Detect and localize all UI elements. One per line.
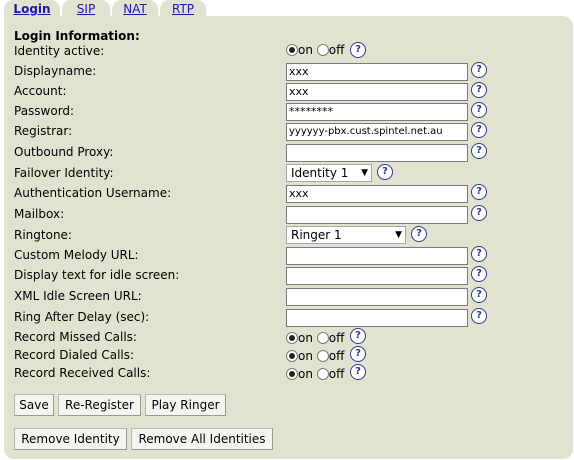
record-received-calls-label: Record Received Calls:: [14, 366, 151, 380]
row-displayname: Displayname: xxx ?: [0, 62, 574, 82]
record-dialed-calls-radio-group: on off: [286, 349, 344, 363]
failover-identity-select[interactable]: Identity 1 ▼: [286, 164, 372, 182]
row-ringtone: Ringtone: Ringer 1 ▼ ?: [0, 226, 574, 246]
record-dialed-calls-label: Record Dialed Calls:: [14, 348, 135, 362]
row-failover-identity: Failover Identity: Identity 1 ▼ ?: [0, 164, 574, 184]
outbound-proxy-field[interactable]: [286, 144, 468, 162]
help-icon[interactable]: ?: [471, 102, 487, 118]
radio-off-label: off: [328, 367, 345, 381]
radio-on-label: on: [298, 349, 313, 363]
identity-active-on-radio[interactable]: [286, 44, 298, 56]
custom-melody-url-field[interactable]: [286, 247, 468, 265]
row-account: Account: xxx ?: [0, 82, 574, 102]
help-icon[interactable]: ?: [471, 287, 487, 303]
record-dialed-calls-off-radio[interactable]: [316, 350, 329, 362]
identity-active-off-radio[interactable]: [316, 44, 329, 56]
help-icon[interactable]: ?: [350, 328, 366, 344]
record-dialed-calls-on-radio[interactable]: [286, 350, 298, 362]
auth-username-label: Authentication Username:: [14, 186, 172, 200]
remove-all-identities-button[interactable]: Remove All Identities: [131, 428, 273, 450]
xml-idle-screen-url-label: XML Idle Screen URL:: [14, 289, 142, 303]
record-received-calls-off-radio[interactable]: [316, 368, 329, 380]
row-outbound-proxy: Outbound Proxy: ?: [0, 143, 574, 163]
reregister-button[interactable]: Re-Register: [58, 394, 141, 416]
radio-on-label: on: [298, 43, 313, 57]
idle-display-text-label: Display text for idle screen:: [14, 268, 180, 282]
idle-display-text-field[interactable]: [286, 267, 468, 285]
help-icon[interactable]: ?: [471, 82, 487, 98]
mailbox-label: Mailbox:: [14, 207, 65, 221]
row-xml-idle-screen-url: XML Idle Screen URL: ?: [0, 287, 574, 307]
custom-melody-url-label: Custom Melody URL:: [14, 248, 139, 262]
remove-identity-button[interactable]: Remove Identity: [14, 428, 127, 450]
xml-idle-screen-url-field[interactable]: [286, 288, 468, 306]
help-icon[interactable]: ?: [471, 122, 487, 138]
help-icon[interactable]: ?: [350, 364, 366, 380]
radio-off-label: off: [328, 331, 345, 345]
row-record-missed-calls: Record Missed Calls: on off ?: [0, 328, 574, 348]
mailbox-field[interactable]: [286, 206, 468, 224]
ringtone-label: Ringtone:: [14, 228, 72, 242]
play-ringer-button[interactable]: Play Ringer: [145, 394, 226, 416]
account-field[interactable]: xxx: [286, 83, 468, 101]
help-icon[interactable]: ?: [350, 346, 366, 362]
ring-after-delay-label: Ring After Delay (sec):: [14, 310, 150, 324]
chevron-down-icon: ▼: [395, 230, 402, 240]
displayname-label: Displayname:: [14, 64, 97, 78]
row-record-received-calls: Record Received Calls: on off ?: [0, 364, 574, 384]
ringtone-select[interactable]: Ringer 1 ▼: [286, 226, 406, 244]
save-button[interactable]: Save: [14, 394, 54, 416]
row-ring-after-delay: Ring After Delay (sec): ?: [0, 308, 574, 328]
row-auth-username: Authentication Username: xxx ?: [0, 184, 574, 204]
row-idle-display-text: Display text for idle screen: ?: [0, 266, 574, 286]
row-identity-active: Identity active: on off ?: [0, 42, 574, 62]
row-custom-melody-url: Custom Melody URL: ?: [0, 246, 574, 266]
auth-username-field[interactable]: xxx: [286, 185, 468, 203]
radio-on-label: on: [298, 367, 313, 381]
help-icon[interactable]: ?: [411, 226, 427, 242]
radio-on-label: on: [298, 331, 313, 345]
record-missed-calls-off-radio[interactable]: [316, 332, 329, 344]
row-registrar: Registrar: yyyyyy-pbx.cust.spintel.net.a…: [0, 122, 574, 142]
identity-active-label: Identity active:: [14, 44, 105, 58]
help-icon[interactable]: ?: [471, 205, 487, 221]
row-password: Password: ******** ?: [0, 102, 574, 122]
help-icon[interactable]: ?: [377, 164, 393, 180]
help-icon[interactable]: ?: [471, 246, 487, 262]
help-icon[interactable]: ?: [471, 62, 487, 78]
displayname-field[interactable]: xxx: [286, 63, 468, 81]
help-icon[interactable]: ?: [471, 184, 487, 200]
help-icon[interactable]: ?: [471, 308, 487, 324]
record-missed-calls-label: Record Missed Calls:: [14, 330, 137, 344]
record-received-calls-radio-group: on off: [286, 367, 344, 381]
outbound-proxy-label: Outbound Proxy:: [14, 145, 114, 159]
radio-off-label: off: [328, 43, 345, 57]
record-received-calls-on-radio[interactable]: [286, 368, 298, 380]
help-icon[interactable]: ?: [471, 266, 487, 282]
account-label: Account:: [14, 84, 67, 98]
password-field[interactable]: ********: [286, 103, 468, 121]
row-mailbox: Mailbox: ?: [0, 205, 574, 225]
row-record-dialed-calls: Record Dialed Calls: on off ?: [0, 346, 574, 366]
chevron-down-icon: ▼: [361, 168, 368, 178]
radio-off-label: off: [328, 349, 345, 363]
ring-after-delay-field[interactable]: [286, 309, 468, 327]
failover-identity-value: Identity 1: [291, 166, 349, 180]
password-label: Password:: [14, 104, 75, 118]
identity-active-radio-group: on off: [286, 43, 344, 57]
help-icon[interactable]: ?: [471, 143, 487, 159]
record-missed-calls-radio-group: on off: [286, 331, 344, 345]
record-missed-calls-on-radio[interactable]: [286, 332, 298, 344]
registrar-label: Registrar:: [14, 124, 73, 138]
help-icon[interactable]: ?: [350, 42, 366, 58]
ringtone-value: Ringer 1: [291, 228, 342, 242]
registrar-field[interactable]: yyyyyy-pbx.cust.spintel.net.au: [286, 123, 468, 141]
section-title: Login Information:: [14, 29, 140, 43]
failover-identity-label: Failover Identity:: [14, 166, 114, 180]
